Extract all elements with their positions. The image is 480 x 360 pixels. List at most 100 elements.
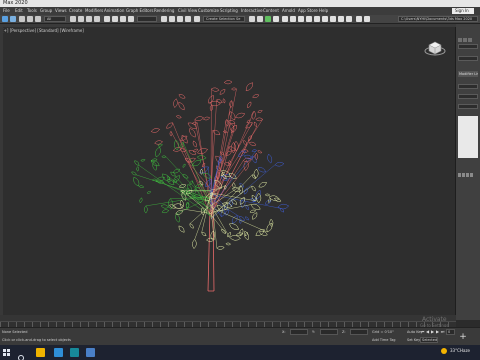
tree-leaf xyxy=(266,222,273,233)
remove-modifier-icon[interactable] xyxy=(470,173,473,177)
z-coord-field[interactable] xyxy=(350,329,368,335)
edit-named-selection-icon[interactable] xyxy=(194,16,200,22)
reference-coordinate-dropdown[interactable] xyxy=(137,16,157,22)
object-name-field[interactable] xyxy=(458,44,478,49)
placement-icon[interactable] xyxy=(128,16,134,22)
viewcube-icon[interactable] xyxy=(424,39,446,57)
menu-help[interactable]: Help xyxy=(319,7,328,15)
grid-spacing: Grid = 0'10" xyxy=(372,330,394,334)
tree-leaf xyxy=(257,167,266,173)
workspace-icon[interactable] xyxy=(364,16,370,22)
taskbar-search-icon[interactable] xyxy=(16,348,28,360)
curve-editor-icon[interactable] xyxy=(282,16,288,22)
bind-space-warp-icon[interactable] xyxy=(35,16,41,22)
set-key-button[interactable]: Set Key xyxy=(407,338,420,342)
link-icon[interactable] xyxy=(19,16,25,22)
sign-in-button[interactable]: Sign In xyxy=(452,8,474,14)
menu-civil-view[interactable]: Civil View xyxy=(178,7,197,15)
render-setup-icon[interactable] xyxy=(306,16,312,22)
viewport-label[interactable]: [+] [Perspective] [Standard] [Wireframe] xyxy=(2,28,84,33)
y-coord-field[interactable] xyxy=(320,329,338,335)
pin-stack-icon[interactable] xyxy=(458,173,461,177)
modifier-field-2[interactable] xyxy=(458,94,478,99)
toggle-ribbon-icon[interactable] xyxy=(356,16,362,22)
menu-group[interactable]: Group xyxy=(40,7,52,15)
layer-explorer-icon[interactable] xyxy=(273,16,279,22)
menu-scripting[interactable]: Scripting xyxy=(220,7,238,15)
menu-file[interactable]: File xyxy=(3,7,10,15)
tree-wireframe[interactable] xyxy=(100,69,320,299)
menu-rendering[interactable]: Rendering xyxy=(154,7,174,15)
add-time-tag[interactable]: Add Time Tag xyxy=(372,338,396,342)
move-icon[interactable] xyxy=(104,16,110,22)
unlink-icon[interactable] xyxy=(27,16,33,22)
browser-icon[interactable] xyxy=(54,348,63,357)
make-unique-icon[interactable] xyxy=(466,173,469,177)
file-explorer-icon[interactable] xyxy=(36,348,45,357)
menu-graph-editors[interactable]: Graph Editors xyxy=(126,7,153,15)
schematic-view-icon[interactable] xyxy=(290,16,296,22)
menu-content[interactable]: Content xyxy=(263,7,279,15)
perspective-viewport[interactable]: [+] [Perspective] [Standard] [Wireframe] xyxy=(0,27,456,315)
rendered-frame-window-icon[interactable] xyxy=(314,16,320,22)
windows-start-icon[interactable] xyxy=(3,349,10,356)
rotate-icon[interactable] xyxy=(112,16,118,22)
hierarchy-tab-icon[interactable] xyxy=(468,38,472,42)
tree-leaf xyxy=(181,134,188,144)
menu-arnold[interactable]: Arnold xyxy=(282,7,295,15)
selection-filter-dropdown[interactable]: All xyxy=(44,16,66,22)
modifier-field-1[interactable] xyxy=(458,84,478,89)
angle-snap-icon[interactable] xyxy=(169,16,175,22)
project-folder-path[interactable]: C:\Users\NYHI\Documents\3ds Max 2020 xyxy=(398,16,478,22)
rectangular-selection-icon[interactable] xyxy=(86,16,92,22)
modifier-stack-controls[interactable] xyxy=(458,162,478,177)
modify-tab-icon[interactable] xyxy=(463,38,467,42)
3dsmax-taskbar-icon[interactable] xyxy=(70,348,79,357)
scene-explorer-icon[interactable] xyxy=(265,16,271,22)
zoom-extents-icon[interactable]: + xyxy=(458,332,468,342)
menu-modifiers[interactable]: Modifiers xyxy=(85,7,103,15)
tree-leaf xyxy=(251,194,257,202)
align-icon[interactable] xyxy=(257,16,263,22)
menu-tools[interactable]: Tools xyxy=(27,7,37,15)
menu-customize[interactable]: Customize xyxy=(198,7,219,15)
tree-leaf xyxy=(247,101,252,109)
menu-create[interactable]: Create xyxy=(69,7,82,15)
object-color-field[interactable] xyxy=(458,56,478,61)
named-selection-set-dropdown[interactable]: Create Selection Se xyxy=(203,16,245,22)
key-filter-selected[interactable]: Selected xyxy=(422,338,437,342)
go-to-end-icon[interactable]: ⏭ xyxy=(440,329,445,334)
select-object-icon[interactable] xyxy=(70,16,76,22)
percent-snap-icon[interactable] xyxy=(177,16,183,22)
material-editor-icon[interactable] xyxy=(298,16,304,22)
render-production-icon[interactable] xyxy=(322,16,328,22)
viewport-layout-tab[interactable] xyxy=(0,27,3,315)
tree-leaf xyxy=(152,161,158,171)
snaps-toggle-icon[interactable] xyxy=(161,16,167,22)
render-in-cloud-icon[interactable] xyxy=(330,16,336,22)
show-end-result-icon[interactable] xyxy=(462,173,465,177)
create-tab-icon[interactable] xyxy=(458,38,462,42)
modifier-list-dropdown[interactable]: Modifier List xyxy=(458,71,478,77)
window-crossing-icon[interactable] xyxy=(94,16,100,22)
x-coord-field[interactable] xyxy=(290,329,308,335)
menu-views[interactable]: Views xyxy=(55,7,67,15)
spinner-snap-icon[interactable] xyxy=(185,16,191,22)
modifier-field-3[interactable] xyxy=(458,104,478,109)
tree-branch xyxy=(210,150,257,206)
tree-leaf xyxy=(269,218,274,227)
redo-icon[interactable] xyxy=(10,16,16,22)
menu-edit[interactable]: Edit xyxy=(15,7,23,15)
menu-app-store[interactable]: App Store xyxy=(298,7,318,15)
menu-interactive[interactable]: Interactive xyxy=(241,7,263,15)
menu-animation[interactable]: Animation xyxy=(104,7,124,15)
scale-icon[interactable] xyxy=(120,16,126,22)
select-by-name-icon[interactable] xyxy=(78,16,84,22)
command-panel-tabs[interactable] xyxy=(458,27,478,42)
modifier-stack[interactable] xyxy=(458,116,478,158)
mirror-icon[interactable] xyxy=(249,16,255,22)
undo-icon[interactable] xyxy=(2,16,8,22)
help-icon[interactable] xyxy=(346,16,352,22)
app-taskbar-icon[interactable] xyxy=(86,348,95,357)
a360-gallery-icon[interactable] xyxy=(338,16,344,22)
